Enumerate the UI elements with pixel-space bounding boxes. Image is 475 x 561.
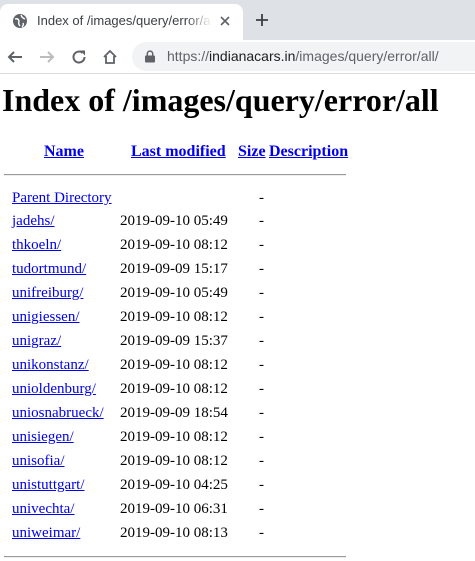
row-last-modified: 2019-09-10 08:12 bbox=[120, 309, 228, 325]
footer-divider bbox=[4, 556, 346, 558]
table-row: uniosnabrueck/2019-09-09 18:54 - bbox=[0, 405, 475, 429]
row-size: - bbox=[259, 477, 264, 493]
row-size: - bbox=[259, 213, 264, 229]
row-size: - bbox=[259, 405, 264, 421]
parent-directory-link[interactable]: Parent Directory bbox=[12, 190, 112, 207]
table-row: unigiessen/2019-09-10 08:12 - bbox=[0, 309, 475, 333]
row-last-modified: 2019-09-09 15:37 bbox=[120, 333, 228, 349]
table-row: unisofia/2019-09-10 08:12 - bbox=[0, 453, 475, 477]
table-row: unistuttgart/2019-09-10 04:25 - bbox=[0, 477, 475, 501]
page-title: Index of /images/query/error/all bbox=[2, 82, 439, 118]
row-size: - bbox=[259, 501, 264, 517]
column-header-description[interactable]: Description bbox=[269, 143, 348, 161]
row-size: - bbox=[259, 333, 264, 349]
row-size: - bbox=[259, 285, 264, 301]
directory-link[interactable]: unigraz/ bbox=[12, 333, 61, 350]
row-last-modified: 2019-09-09 18:54 bbox=[120, 405, 228, 421]
lock-icon[interactable] bbox=[144, 50, 156, 63]
new-tab-icon[interactable] bbox=[254, 12, 270, 28]
row-size: - bbox=[259, 381, 264, 397]
directory-link[interactable]: unisiegen/ bbox=[12, 429, 74, 446]
row-last-modified: 2019-09-10 04:25 bbox=[120, 477, 228, 493]
url-text[interactable]: https://indianacars.in/images/query/erro… bbox=[167, 48, 439, 64]
table-row: unioldenburg/2019-09-10 08:12 - bbox=[0, 381, 475, 405]
row-last-modified: 2019-09-10 06:31 bbox=[120, 501, 228, 517]
directory-link[interactable]: jadehs/ bbox=[12, 213, 55, 230]
row-size: - bbox=[259, 261, 264, 277]
directory-link[interactable]: thkoeln/ bbox=[12, 237, 61, 254]
row-size: - bbox=[259, 190, 264, 206]
tab-strip: Index of /images/query/error/all/ bbox=[0, 0, 475, 40]
row-last-modified: 2019-09-10 08:12 bbox=[120, 381, 228, 397]
table-row: thkoeln/2019-09-10 08:12 - bbox=[0, 237, 475, 261]
row-size: - bbox=[259, 237, 264, 253]
url-path: /images/query/error/all/ bbox=[295, 48, 439, 64]
url-scheme: https:// bbox=[167, 48, 210, 64]
reload-icon[interactable] bbox=[70, 48, 88, 66]
directory-link[interactable]: unikonstanz/ bbox=[12, 357, 89, 374]
tab-title: Index of /images/query/error/all/ bbox=[37, 13, 212, 28]
table-row: univechta/2019-09-10 06:31 - bbox=[0, 501, 475, 525]
row-size: - bbox=[259, 525, 264, 541]
globe-icon bbox=[13, 14, 27, 28]
table-row: uniweimar/2019-09-10 08:13 - bbox=[0, 525, 475, 549]
row-last-modified: 2019-09-10 08:13 bbox=[120, 525, 228, 541]
table-row: jadehs/2019-09-10 05:49 - bbox=[0, 213, 475, 237]
forward-arrow-icon[interactable] bbox=[38, 48, 56, 66]
row-size: - bbox=[259, 429, 264, 445]
back-arrow-icon[interactable] bbox=[6, 48, 24, 66]
url-host: indianacars.in bbox=[209, 48, 296, 64]
directory-link[interactable]: unifreiburg/ bbox=[12, 285, 83, 302]
browser-tab[interactable]: Index of /images/query/error/all/ bbox=[0, 4, 243, 40]
browser-toolbar: https://indianacars.in/images/query/erro… bbox=[0, 40, 475, 74]
row-size: - bbox=[259, 309, 264, 325]
row-last-modified: 2019-09-10 08:12 bbox=[120, 453, 228, 469]
directory-link[interactable]: unistuttgart/ bbox=[12, 477, 85, 494]
row-last-modified: 2019-09-10 08:12 bbox=[120, 237, 228, 253]
directory-link[interactable]: unisofia/ bbox=[12, 453, 65, 470]
table-row: unikonstanz/2019-09-10 08:12 - bbox=[0, 357, 475, 381]
table-row: unifreiburg/2019-09-10 05:49 - bbox=[0, 285, 475, 309]
row-last-modified: 2019-09-10 05:49 bbox=[120, 213, 228, 229]
row-last-modified: 2019-09-09 15:17 bbox=[120, 261, 228, 277]
column-header-last-modified[interactable]: Last modified bbox=[131, 143, 226, 161]
directory-link[interactable]: tudortmund/ bbox=[12, 261, 86, 278]
header-divider bbox=[4, 174, 346, 176]
column-header-name[interactable]: Name bbox=[44, 143, 84, 161]
row-size: - bbox=[259, 453, 264, 469]
row-last-modified: 2019-09-10 08:12 bbox=[120, 357, 228, 373]
directory-link[interactable]: uniosnabrueck/ bbox=[12, 405, 104, 422]
home-icon[interactable] bbox=[101, 48, 119, 66]
directory-link[interactable]: uniweimar/ bbox=[12, 525, 80, 542]
directory-link[interactable]: unioldenburg/ bbox=[12, 381, 96, 398]
row-last-modified: 2019-09-10 08:12 bbox=[120, 429, 228, 445]
row-size: - bbox=[259, 357, 264, 373]
table-row: unigraz/2019-09-09 15:37 - bbox=[0, 333, 475, 357]
row-last-modified: 2019-09-10 05:49 bbox=[120, 285, 228, 301]
table-row: Parent Directory - bbox=[0, 190, 475, 214]
close-icon[interactable] bbox=[218, 14, 232, 28]
address-bar[interactable]: https://indianacars.in/images/query/erro… bbox=[132, 42, 475, 71]
table-row: tudortmund/2019-09-09 15:17 - bbox=[0, 261, 475, 285]
directory-link[interactable]: unigiessen/ bbox=[12, 309, 80, 326]
directory-link[interactable]: univechta/ bbox=[12, 501, 74, 518]
column-header-size[interactable]: Size bbox=[238, 143, 266, 161]
table-row: unisiegen/2019-09-10 08:12 - bbox=[0, 429, 475, 453]
